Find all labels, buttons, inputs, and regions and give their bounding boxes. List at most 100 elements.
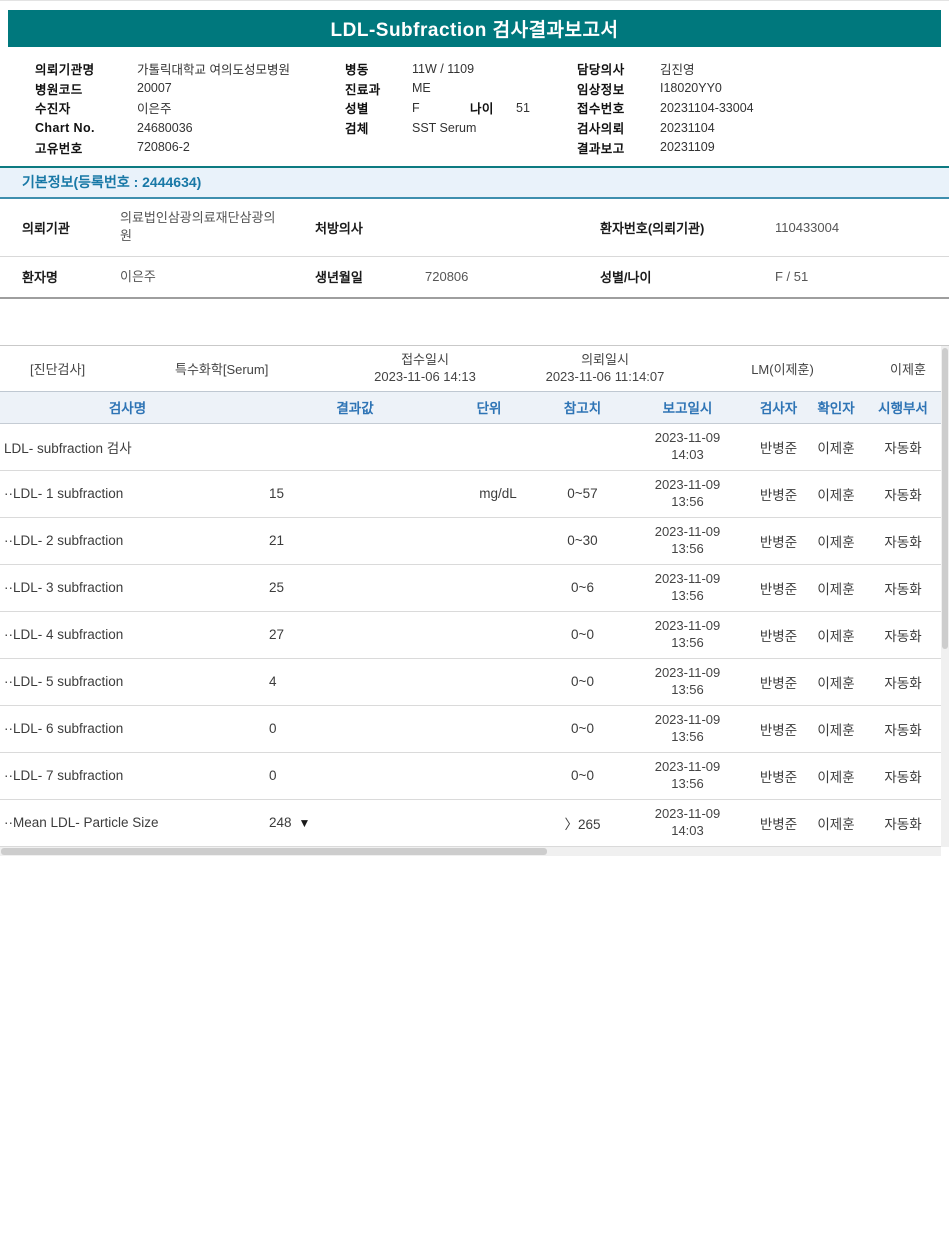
cell-reference: 0~30 bbox=[540, 533, 625, 548]
table-row[interactable]: ··LDL- 5 subfraction 4 0~0 2023-11-0913:… bbox=[0, 659, 941, 706]
horizontal-scrollbar[interactable] bbox=[0, 847, 941, 856]
field-label: 생년월일 bbox=[295, 267, 420, 286]
info-label: 진료과 bbox=[345, 79, 412, 98]
col-header-confirmer: 확인자 bbox=[807, 397, 865, 417]
cell-department: 자동화 bbox=[865, 531, 941, 551]
info-row: 검체SST Serum bbox=[345, 118, 577, 138]
cell-reference: 0~57 bbox=[540, 486, 625, 501]
cell-test-name: ··LDL- 6 subfraction bbox=[0, 721, 255, 736]
spacer bbox=[0, 299, 949, 345]
info-label: 의뢰기관명 bbox=[35, 59, 137, 78]
field-value: 720806 bbox=[420, 269, 580, 284]
reported-date: 2023-11-09 bbox=[625, 712, 750, 729]
reported-date: 2023-11-09 bbox=[625, 806, 750, 823]
reported-time: 13:56 bbox=[625, 729, 750, 746]
reported-date: 2023-11-09 bbox=[625, 571, 750, 588]
cell-tester: 반병준 bbox=[750, 672, 807, 692]
table-row[interactable]: ··Mean LDL- Particle Size 248▼ 〉265 2023… bbox=[0, 800, 941, 847]
info-label: 검사의뢰 bbox=[577, 118, 660, 137]
received-datetime: 2023-11-06 14:13 bbox=[330, 368, 520, 386]
info-value: 가톨릭대학교 여의도성모병원 bbox=[137, 59, 290, 78]
info-value: 24680036 bbox=[137, 121, 193, 135]
vertical-scrollbar[interactable] bbox=[941, 346, 949, 847]
table-row[interactable]: ··LDL- 7 subfraction 0 0~0 2023-11-0913:… bbox=[0, 753, 941, 800]
specimen-row: [진단검사] 특수화학[Serum] 접수일시 2023-11-06 14:13… bbox=[0, 346, 941, 391]
cell-reported: 2023-11-0914:03 bbox=[625, 430, 750, 464]
info-row: 임상정보I18020YY0 bbox=[577, 79, 949, 99]
table-row[interactable]: ··LDL- 4 subfraction 27 0~0 2023-11-0913… bbox=[0, 612, 941, 659]
table-row[interactable]: ··LDL- 6 subfraction 0 0~0 2023-11-0913:… bbox=[0, 706, 941, 753]
horizontal-scrollbar-thumb[interactable] bbox=[1, 848, 547, 855]
info-value: ME bbox=[412, 81, 431, 95]
info-row: 접수번호20231104-33004 bbox=[577, 98, 949, 118]
cell-result-value: 248▼ bbox=[255, 815, 420, 830]
info-value: 20231109 bbox=[660, 140, 715, 154]
cell-department: 자동화 bbox=[865, 813, 941, 833]
specimen-lab: LM(이제훈) bbox=[690, 359, 875, 378]
info-row: 결과보고20231109 bbox=[577, 137, 949, 157]
info-label: 고유번호 bbox=[35, 138, 137, 157]
info-value: I18020YY0 bbox=[660, 81, 722, 95]
info-value-age: 51 bbox=[516, 101, 530, 115]
table-row[interactable]: LDL- subfraction 검사 2023-11-0914:03 반병준 … bbox=[0, 424, 941, 471]
reported-date: 2023-11-09 bbox=[625, 477, 750, 494]
cell-tester: 반병준 bbox=[750, 531, 807, 551]
field-label: 환자번호(의뢰기관) bbox=[580, 218, 770, 237]
info-row: 고유번호720806-2 bbox=[35, 137, 345, 157]
basic-info-row: 환자명 이은주 생년월일 720806 성별/나이 F / 51 bbox=[0, 257, 949, 299]
col-header-result-value: 결과값 bbox=[255, 397, 420, 417]
reported-time: 13:56 bbox=[625, 588, 750, 605]
table-row[interactable]: ··LDL- 2 subfraction 21 0~30 2023-11-091… bbox=[0, 518, 941, 565]
reported-date: 2023-11-09 bbox=[625, 665, 750, 682]
cell-test-name: ··LDL- 1 subfraction bbox=[0, 486, 255, 501]
cell-confirmer: 이제훈 bbox=[807, 625, 865, 645]
cell-tester: 반병준 bbox=[750, 625, 807, 645]
vertical-scrollbar-thumb[interactable] bbox=[942, 348, 948, 649]
cell-department: 자동화 bbox=[865, 625, 941, 645]
requested-datetime: 2023-11-06 11:14:07 bbox=[520, 368, 690, 386]
cell-tester: 반병준 bbox=[750, 766, 807, 786]
info-row: 의뢰기관명가톨릭대학교 여의도성모병원 bbox=[35, 59, 345, 79]
reported-time: 13:56 bbox=[625, 541, 750, 558]
reported-time: 14:03 bbox=[625, 447, 750, 464]
info-label: 검체 bbox=[345, 118, 412, 137]
result-value-text: 27 bbox=[269, 627, 284, 642]
info-label: 접수번호 bbox=[577, 98, 660, 117]
table-row[interactable]: ··LDL- 3 subfraction 25 0~6 2023-11-0913… bbox=[0, 565, 941, 612]
info-row: 병원코드20007 bbox=[35, 79, 345, 99]
info-row: 담당의사김진영 bbox=[577, 59, 949, 79]
results-header-row: 검사명 결과값 단위 참고치 보고일시 검사자 확인자 시행부서 bbox=[0, 391, 941, 424]
result-value-text: 248 bbox=[269, 815, 292, 830]
header-info-section: 의뢰기관명가톨릭대학교 여의도성모병원 병원코드20007 수진자이은주 Cha… bbox=[0, 47, 949, 166]
info-row: Chart No.24680036 bbox=[35, 118, 345, 138]
basic-info-row: 의뢰기관 의료법인삼광의료재단삼광의원 처방의사 환자번호(의뢰기관) 1104… bbox=[0, 199, 949, 257]
cell-department: 자동화 bbox=[865, 766, 941, 786]
header-info-right-column: 담당의사김진영 임상정보I18020YY0 접수번호20231104-33004… bbox=[577, 59, 949, 157]
specimen-reader: 이제훈 bbox=[875, 359, 941, 378]
cell-department: 자동화 bbox=[865, 484, 941, 504]
header-info-left-column: 의뢰기관명가톨릭대학교 여의도성모병원 병원코드20007 수진자이은주 Cha… bbox=[35, 59, 345, 157]
cell-confirmer: 이제훈 bbox=[807, 484, 865, 504]
reported-time: 13:56 bbox=[625, 494, 750, 511]
table-row[interactable]: ··LDL- 1 subfraction 15 mg/dL 0~57 2023-… bbox=[0, 471, 941, 518]
cell-reference: 〉265 bbox=[540, 813, 625, 833]
specimen-test-group: 특수화학[Serum] bbox=[150, 359, 330, 378]
requested-label: 의뢰일시 bbox=[520, 351, 690, 369]
report-title: LDL-Subfraction 검사결과보고서 bbox=[331, 15, 619, 42]
basic-info-section-header: 기본정보(등록번호 : 2444634) bbox=[0, 168, 949, 199]
cell-result-value: 15 bbox=[255, 486, 420, 501]
cell-result-value: 27 bbox=[255, 627, 420, 642]
cell-confirmer: 이제훈 bbox=[807, 437, 865, 457]
cell-reported: 2023-11-0913:56 bbox=[625, 759, 750, 793]
reported-time: 13:56 bbox=[625, 682, 750, 699]
info-label: 수진자 bbox=[35, 98, 137, 117]
cell-result-value bbox=[255, 439, 420, 454]
cell-confirmer: 이제훈 bbox=[807, 531, 865, 551]
result-value-text: 15 bbox=[269, 486, 284, 501]
col-header-unit: 단위 bbox=[420, 397, 540, 417]
cell-test-name: ··LDL- 3 subfraction bbox=[0, 580, 255, 595]
report-title-bar: LDL-Subfraction 검사결과보고서 bbox=[8, 10, 941, 47]
results-section: [진단검사] 특수화학[Serum] 접수일시 2023-11-06 14:13… bbox=[0, 345, 949, 847]
cell-unit: mg/dL bbox=[420, 486, 540, 501]
cell-tester: 반병준 bbox=[750, 719, 807, 739]
